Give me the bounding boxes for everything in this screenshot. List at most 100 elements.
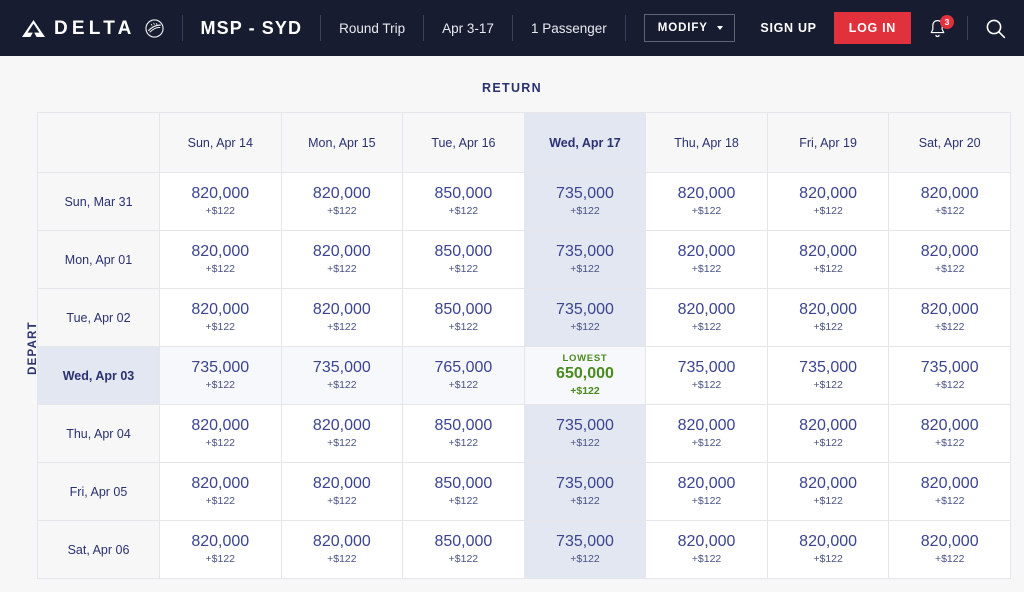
depart-date-header[interactable]: Sat, Apr 06: [37, 520, 160, 579]
fare-taxes: +$122: [813, 320, 843, 333]
fare-cell[interactable]: 820,000 +$122: [766, 462, 890, 521]
return-section-title: RETURN: [482, 81, 542, 95]
fare-cell[interactable]: 820,000 +$122: [888, 462, 1011, 521]
fare-taxes: +$122: [570, 262, 600, 275]
fare-taxes: +$122: [934, 378, 965, 391]
fare-taxes: +$122: [448, 436, 479, 449]
trip-type-label: Round Trip: [339, 20, 406, 36]
sign-up-link[interactable]: SIGN UP: [760, 21, 816, 35]
fare-cell[interactable]: 820,000 +$122: [645, 172, 768, 231]
fare-miles: 820,000: [677, 242, 736, 260]
delta-logo[interactable]: DELTA: [22, 19, 164, 38]
fare-cell[interactable]: 850,000 +$122: [402, 462, 525, 521]
return-date-header[interactable]: Tue, Apr 16: [402, 112, 525, 173]
fare-cell[interactable]: 820,000 +$122: [159, 404, 282, 463]
return-date-header[interactable]: Mon, Apr 15: [280, 112, 404, 173]
fare-miles: 820,000: [920, 532, 979, 550]
fare-cell[interactable]: 820,000 +$122: [159, 462, 282, 521]
fare-taxes: +$122: [691, 436, 722, 449]
fare-cell[interactable]: 820,000 +$122: [159, 288, 282, 347]
fare-cell[interactable]: 735,000 +$122: [280, 346, 404, 405]
fare-miles: 820,000: [191, 184, 250, 202]
fare-miles: 820,000: [191, 300, 250, 318]
fare-cell[interactable]: 850,000 +$122: [402, 230, 525, 289]
fare-cell[interactable]: 820,000 +$122: [280, 404, 404, 463]
log-in-button[interactable]: LOG IN: [833, 12, 911, 44]
fare-miles: 850,000: [434, 300, 493, 318]
route-title: MSP - SYD: [200, 17, 303, 38]
fare-miles: 820,000: [920, 300, 979, 318]
fare-cell[interactable]: 850,000 +$122: [402, 404, 525, 463]
fare-cell[interactable]: 735,000 +$122: [888, 346, 1011, 405]
fare-miles: 765,000: [434, 358, 493, 376]
fare-cell[interactable]: 820,000 +$122: [159, 520, 282, 579]
search-icon[interactable]: [985, 18, 1006, 39]
fare-cell[interactable]: 820,000 +$122: [159, 172, 282, 231]
depart-date-header[interactable]: Tue, Apr 02: [37, 288, 160, 347]
fare-cell[interactable]: 820,000 +$122: [645, 288, 768, 347]
return-date-header-row: Sun, Apr 14 Mon, Apr 15 Tue, Apr 16 Wed, Ap…: [37, 112, 1011, 173]
fare-cell[interactable]: 820,000 +$122: [280, 172, 404, 231]
fare-cell[interactable]: 820,000 +$122: [766, 288, 890, 347]
return-date-header[interactable]: Sun, Apr 14: [159, 112, 282, 173]
fare-cell[interactable]: 820,000 +$122: [645, 230, 768, 289]
header-divider: [320, 15, 322, 41]
fare-cell[interactable]: 820,000 +$122: [888, 404, 1011, 463]
depart-date-header[interactable]: Fri, Apr 05: [37, 462, 160, 521]
fare-miles: 820,000: [799, 300, 858, 318]
fare-cell[interactable]: 735,000 +$122: [523, 172, 647, 231]
fare-cell[interactable]: 820,000 +$122: [888, 172, 1011, 231]
fare-cell[interactable]: 735,000 +$122: [159, 346, 282, 405]
fare-cell[interactable]: 735,000 +$122: [645, 346, 768, 405]
return-date-header[interactable]: Wed, Apr 17: [523, 112, 647, 173]
depart-date-header[interactable]: Sun, Mar 31: [37, 172, 160, 231]
fare-cell[interactable]: 820,000 +$122: [888, 520, 1011, 579]
fare-cell[interactable]: 735,000 +$122: [523, 462, 647, 521]
depart-date-header[interactable]: Mon, Apr 01: [37, 230, 160, 289]
fare-miles: 735,000: [556, 416, 614, 434]
fare-miles: 850,000: [434, 416, 493, 434]
header-divider: [511, 15, 513, 41]
fare-taxes: +$122: [570, 384, 600, 397]
depart-date-header[interactable]: Wed, Apr 03: [37, 346, 160, 405]
fare-taxes: +$122: [327, 378, 357, 391]
fare-cell[interactable]: 820,000 +$122: [766, 230, 890, 289]
fare-taxes: +$122: [691, 204, 722, 217]
fare-cell[interactable]: 850,000 +$122: [402, 172, 525, 231]
depart-date-header[interactable]: Thu, Apr 04: [37, 404, 160, 463]
fare-matrix-table: Sun, Apr 14 Mon, Apr 15 Tue, Apr 16 Wed, Ap…: [37, 112, 1011, 579]
fare-cell[interactable]: 820,000 +$122: [888, 230, 1011, 289]
modify-search-button[interactable]: MODIFY: [643, 14, 735, 42]
return-date-header[interactable]: Sat, Apr 20: [888, 112, 1011, 173]
fare-cell[interactable]: 820,000 +$122: [645, 462, 768, 521]
fare-cell[interactable]: 850,000 +$122: [402, 288, 525, 347]
fare-cell[interactable]: 820,000 +$122: [280, 462, 404, 521]
fare-cell[interactable]: 820,000 +$122: [766, 404, 890, 463]
fare-cell[interactable]: 820,000 +$122: [280, 230, 404, 289]
fare-cell[interactable]: 735,000 +$122: [523, 404, 647, 463]
fare-cell[interactable]: 820,000 +$122: [280, 520, 404, 579]
fare-cell[interactable]: 820,000 +$122: [766, 172, 890, 231]
fare-cell[interactable]: 850,000 +$122: [402, 520, 525, 579]
notifications-button[interactable]: 3: [928, 15, 954, 40]
fare-miles: 850,000: [434, 242, 493, 260]
fare-taxes: +$122: [934, 320, 965, 333]
fare-cell[interactable]: 820,000 +$122: [888, 288, 1011, 347]
fare-taxes: +$122: [691, 262, 722, 275]
return-date-header[interactable]: Thu, Apr 18: [645, 112, 768, 173]
fare-cell[interactable]: 735,000 +$122: [523, 288, 647, 347]
return-date-header[interactable]: Fri, Apr 19: [766, 112, 890, 173]
fare-cell-lowest[interactable]: LOWEST 650,000 +$122: [523, 346, 647, 405]
fare-taxes: +$122: [813, 262, 843, 275]
fare-cell[interactable]: 820,000 +$122: [645, 520, 768, 579]
fare-cell[interactable]: 765,000 +$122: [402, 346, 525, 405]
fare-cell[interactable]: 820,000 +$122: [280, 288, 404, 347]
fare-taxes: +$122: [327, 204, 357, 217]
fare-cell[interactable]: 820,000 +$122: [766, 520, 890, 579]
fare-cell[interactable]: 735,000 +$122: [523, 230, 647, 289]
fare-cell[interactable]: 820,000 +$122: [159, 230, 282, 289]
fare-cell[interactable]: 735,000 +$122: [766, 346, 890, 405]
fare-cell[interactable]: 735,000 +$122: [523, 520, 647, 579]
fare-cell[interactable]: 820,000 +$122: [645, 404, 768, 463]
lowest-fare-badge: LOWEST: [562, 352, 608, 364]
